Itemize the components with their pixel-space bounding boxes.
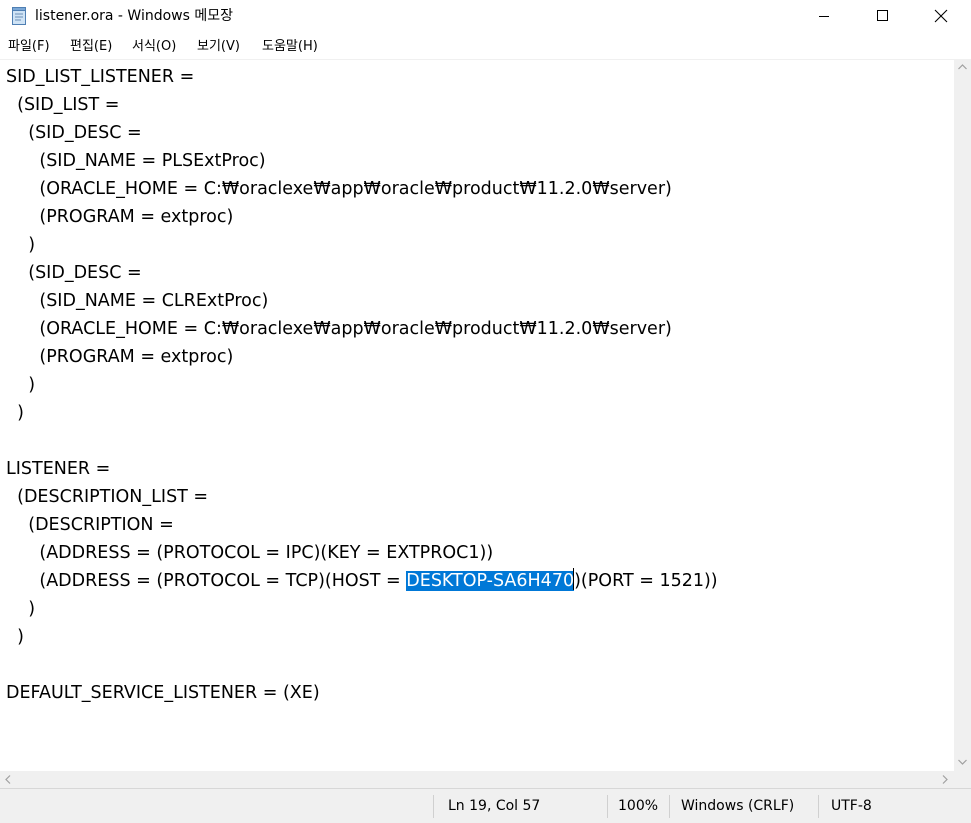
encoding: UTF-8 (831, 798, 872, 814)
editor-line[interactable]: (SID_DESC = (6, 259, 718, 287)
close-icon (934, 9, 948, 23)
text-editor[interactable]: SID_LIST_LISTENER = (SID_LIST = (SID_DES… (0, 59, 954, 772)
editor-line[interactable]: (SID_DESC = (6, 119, 718, 147)
minimize-icon (819, 16, 829, 17)
horizontal-scrollbar[interactable] (0, 771, 954, 788)
editor-line[interactable]: ) (6, 231, 718, 259)
editor-line[interactable]: (PROGRAM = extproc) (6, 203, 718, 231)
editor-line[interactable]: SID_LIST_LISTENER = (6, 63, 718, 91)
editor-line[interactable]: (SID_NAME = CLRExtProc) (6, 287, 718, 315)
scroll-down-button[interactable] (954, 754, 971, 771)
editor-line[interactable]: (SID_LIST = (6, 91, 718, 119)
editor-line-selected[interactable]: (ADDRESS = (PROTOCOL = TCP)(HOST = DESKT… (6, 567, 718, 595)
scrollbar-corner (954, 771, 971, 788)
editor-line[interactable]: ) (6, 371, 718, 399)
status-separator (607, 795, 608, 818)
chevron-down-icon (958, 759, 967, 765)
editor-line[interactable]: ) (6, 399, 718, 427)
menu-view[interactable]: 보기(V) (197, 38, 240, 55)
menu-help[interactable]: 도움말(H) (262, 38, 318, 55)
editor-line[interactable]: (SID_NAME = PLSExtProc) (6, 147, 718, 175)
minimize-button[interactable] (797, 0, 855, 33)
close-button[interactable] (913, 0, 971, 33)
chevron-up-icon (958, 64, 967, 70)
editor-line[interactable]: (DESCRIPTION = (6, 511, 718, 539)
chevron-left-icon (5, 775, 11, 784)
selection-after: )(PORT = 1521)) (574, 571, 718, 591)
menu-format[interactable]: 서식(O) (132, 38, 176, 55)
selection-before: (ADDRESS = (PROTOCOL = TCP)(HOST = (6, 571, 407, 591)
status-separator (669, 795, 670, 818)
editor-line[interactable] (6, 651, 718, 679)
editor-line[interactable]: DEFAULT_SERVICE_LISTENER = (XE) (6, 679, 718, 707)
status-separator (433, 795, 434, 818)
window-title: listener.ora - Windows 메모장 (35, 8, 234, 24)
menu-edit[interactable]: 편집(E) (70, 38, 112, 55)
status-bar: Ln 19, Col 57 100% Windows (CRLF) UTF-8 (0, 788, 971, 823)
editor-line[interactable]: (DESCRIPTION_LIST = (6, 483, 718, 511)
editor-line[interactable] (6, 427, 718, 455)
menu-bar: 파일(F) 편집(E) 서식(O) 보기(V) 도움말(H) (0, 34, 971, 59)
editor-line[interactable]: ) (6, 623, 718, 651)
editor-line[interactable]: (ORACLE_HOME = C:₩oraclexe₩app₩oracle₩pr… (6, 175, 718, 203)
scroll-up-button[interactable] (954, 59, 971, 76)
editor-line[interactable]: (ORACLE_HOME = C:₩oraclexe₩app₩oracle₩pr… (6, 315, 718, 343)
menu-file[interactable]: 파일(F) (8, 38, 50, 55)
editor-line[interactable]: (PROGRAM = extproc) (6, 343, 718, 371)
editor-line[interactable]: ) (6, 595, 718, 623)
title-bar[interactable]: listener.ora - Windows 메모장 (0, 0, 971, 34)
editor-content[interactable]: SID_LIST_LISTENER = (SID_LIST = (SID_DES… (6, 63, 718, 707)
editor-line[interactable]: (ADDRESS = (PROTOCOL = IPC)(KEY = EXTPRO… (6, 539, 718, 567)
maximize-icon (877, 10, 888, 21)
selected-text[interactable]: DESKTOP-SA6H470 (406, 571, 575, 591)
vertical-scrollbar[interactable] (954, 59, 971, 771)
status-separator (818, 795, 819, 818)
scroll-left-button[interactable] (0, 771, 17, 788)
line-ending: Windows (CRLF) (681, 798, 795, 814)
chevron-right-icon (942, 775, 948, 784)
notepad-icon[interactable] (11, 7, 28, 25)
editor-line[interactable]: LISTENER = (6, 455, 718, 483)
scroll-right-button[interactable] (937, 771, 954, 788)
maximize-button[interactable] (855, 0, 913, 33)
zoom-level: 100% (618, 798, 659, 814)
cursor-position: Ln 19, Col 57 (448, 798, 541, 814)
